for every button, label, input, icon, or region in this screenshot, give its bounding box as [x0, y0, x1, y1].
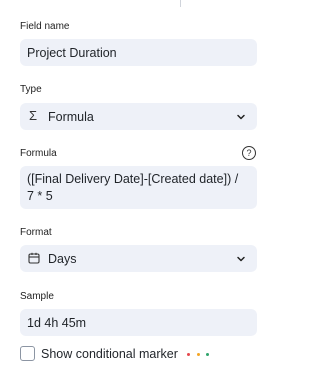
color-dots-icon — [184, 347, 210, 361]
format-value: Days — [48, 252, 77, 266]
formula-line-1: ([Final Delivery Date]-[Created date]) / — [27, 172, 239, 186]
field-name-input[interactable]: Project Duration — [20, 39, 257, 66]
format-label: Format — [20, 227, 52, 238]
green-dot — [206, 353, 210, 357]
format-select[interactable]: Days — [20, 245, 257, 272]
calendar-icon — [28, 252, 40, 264]
conditional-marker-checkbox[interactable] — [20, 346, 35, 361]
formula-label: Formula — [20, 148, 57, 159]
conditional-marker-row[interactable]: Show conditional marker — [41, 347, 210, 361]
chevron-down-icon — [237, 256, 245, 262]
sample-value-box: 1d 4h 45m — [20, 309, 257, 336]
orange-dot — [196, 353, 200, 357]
chevron-down-icon — [237, 114, 245, 120]
type-label: Type — [20, 84, 42, 95]
type-select[interactable]: Σ Formula — [20, 103, 257, 130]
sample-value: 1d 4h 45m — [27, 316, 87, 330]
help-icon[interactable]: ? — [242, 146, 256, 160]
field-name-label: Field name — [20, 21, 70, 32]
red-dot — [187, 353, 191, 357]
field-name-value: Project Duration — [27, 46, 117, 60]
conditional-marker-label: Show conditional marker — [41, 347, 178, 361]
sigma-icon: Σ — [29, 108, 38, 123]
sample-label: Sample — [20, 291, 54, 302]
formula-line-2: 7 * 5 — [27, 189, 53, 203]
type-value: Formula — [48, 110, 94, 124]
top-divider — [180, 0, 181, 7]
formula-editor[interactable]: ([Final Delivery Date]-[Created date]) /… — [20, 166, 257, 209]
